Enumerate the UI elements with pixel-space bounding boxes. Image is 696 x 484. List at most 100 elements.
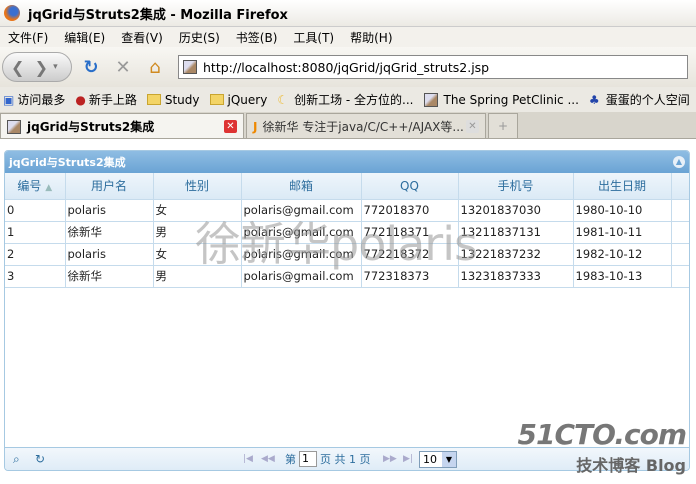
menu-bar: 文件(F) 编辑(E) 查看(V) 历史(S) 书签(B) 工具(T) 帮助(H…: [0, 27, 696, 47]
cell-spacer: [671, 243, 689, 266]
bookmarks-toolbar: ▣ 访问最多 ● 新手上路 Study jQuery ☾ 创新工场 - 全方位的...…: [0, 87, 696, 112]
menu-bookmarks[interactable]: 书签(B): [228, 29, 286, 46]
column-header-gender[interactable]: 性别: [153, 173, 242, 200]
cell-spacer: [671, 265, 689, 288]
cell-spacer: [671, 199, 689, 222]
cell-email: polaris@gmail.com: [241, 243, 362, 266]
site-watermark-sub: 技术博客 Blog: [576, 456, 686, 475]
cell-username: polaris: [65, 243, 154, 266]
menu-view[interactable]: 查看(V): [113, 29, 171, 46]
bookmark-label: 访问最多: [17, 93, 66, 107]
tab-label: 徐新华 专注于java/C/C++/AJAX等...: [262, 119, 464, 134]
menu-file[interactable]: 文件(F): [0, 29, 56, 46]
bookmark-getting-started[interactable]: ● 新手上路: [75, 91, 137, 108]
cell-phone: 13201837030: [458, 199, 574, 222]
menu-edit[interactable]: 编辑(E): [56, 29, 113, 46]
home-icon[interactable]: ⌂: [142, 57, 168, 78]
tab-jqgrid[interactable]: jqGrid与Struts2集成 ✕: [0, 113, 244, 138]
site-icon: [183, 60, 197, 74]
site-icon: ♣: [588, 92, 600, 107]
column-header-birthdate[interactable]: 出生日期: [573, 173, 672, 200]
column-header-email[interactable]: 邮箱: [241, 173, 362, 200]
cell-username: 徐新华: [65, 265, 154, 288]
menu-history[interactable]: 历史(S): [171, 29, 228, 46]
cell-phone: 13231837333: [458, 265, 574, 288]
cell-birthdate: 1982-10-12: [573, 243, 672, 266]
menu-help[interactable]: 帮助(H): [342, 29, 400, 46]
collapse-icon[interactable]: ▲: [673, 156, 685, 168]
tab-label: jqGrid与Struts2集成: [27, 119, 155, 134]
table-row[interactable]: 0 polaris 女 polaris@gmail.com 772018370 13201…: [5, 199, 689, 222]
firefox-logo-icon: [4, 5, 20, 21]
bookmark-label: 新手上路: [88, 93, 137, 107]
sort-icon[interactable]: ▲: [45, 183, 52, 193]
cell-username: polaris: [65, 199, 154, 222]
column-header-username[interactable]: 用户名: [65, 173, 154, 200]
grid-table: 编号 ▲ 用户名 性别 邮箱 QQ 手机号 出生日期 0 polaris 女 pola…: [5, 173, 689, 288]
cell-gender: 女: [153, 199, 242, 222]
bookmark-spring-petclinic[interactable]: The Spring PetClinic ...: [423, 92, 579, 107]
cell-phone: 13221837232: [458, 243, 574, 266]
cell-gender: 女: [153, 243, 242, 266]
last-page-icon[interactable]: ▶|: [403, 454, 413, 464]
table-row[interactable]: 1 徐新华男 polaris@gmail.com 772118371 132118371…: [5, 221, 689, 244]
grid-title: jqGrid与Struts2集成: [9, 156, 126, 169]
refresh-icon[interactable]: ↻: [35, 452, 45, 466]
history-dropdown-icon[interactable]: ▾: [53, 62, 58, 72]
chevron-down-icon: ▼: [442, 451, 456, 467]
close-tab-icon[interactable]: ✕: [466, 119, 479, 133]
rows-per-page-select[interactable]: 10 ▼: [419, 450, 457, 468]
page-prefix: 第: [285, 453, 296, 466]
first-page-icon[interactable]: |◀: [243, 454, 253, 464]
next-page-icon[interactable]: ▶▶: [383, 454, 397, 464]
tab-blog[interactable]: J 徐新华 专注于java/C/C++/AJAX等... ✕: [246, 113, 486, 138]
table-row[interactable]: 2 polaris 女 polaris@gmail.com 772218372 13221…: [5, 243, 689, 266]
column-header-id[interactable]: 编号 ▲: [5, 173, 66, 200]
site-icon: ☾: [277, 92, 289, 107]
cell-birthdate: 1981-10-11: [573, 221, 672, 244]
bookmark-label: jQuery: [227, 92, 268, 107]
search-icon[interactable]: ⌕: [13, 452, 20, 467]
page-total: 页 共 1 页: [320, 453, 371, 466]
bookmark-personal-space[interactable]: ♣ 蛋蛋的个人空间: [589, 91, 690, 108]
column-header-spacer: [671, 173, 689, 200]
cell-id: 2: [5, 243, 66, 266]
site-icon: [7, 120, 21, 134]
stop-icon[interactable]: ✕: [110, 57, 136, 78]
cell-id: 3: [5, 265, 66, 288]
column-header-qq[interactable]: QQ: [361, 173, 459, 200]
cell-qq: 772118371: [361, 221, 459, 244]
header-label: 编号: [17, 179, 42, 194]
cell-phone: 13211837131: [458, 221, 574, 244]
cell-qq: 772218372: [361, 243, 459, 266]
new-tab-button[interactable]: +: [488, 113, 518, 138]
cell-id: 1: [5, 221, 66, 244]
column-header-phone[interactable]: 手机号: [458, 173, 574, 200]
cell-birthdate: 1980-10-10: [573, 199, 672, 222]
window-titlebar: jqGrid与Struts2集成 - Mozilla Firefox: [0, 0, 696, 27]
back-icon[interactable]: ❮: [11, 58, 24, 77]
bookmark-folder-jquery[interactable]: jQuery: [209, 92, 268, 107]
url-bar[interactable]: http://localhost:8080/jqGrid/jqGrid_stru…: [178, 55, 688, 79]
bookmark-innovation-works[interactable]: ☾ 创新工场 - 全方位的...: [277, 91, 413, 108]
rows-per-page-value: 10: [423, 452, 437, 466]
forward-icon[interactable]: ❯: [35, 58, 48, 77]
close-tab-icon[interactable]: ✕: [224, 119, 237, 133]
back-forward-buttons[interactable]: ❮ ❯ ▾: [2, 52, 72, 82]
menu-tools[interactable]: 工具(T): [285, 29, 342, 46]
bookmark-folder-study[interactable]: Study: [146, 93, 200, 107]
site-icon: [423, 92, 438, 107]
cell-birthdate: 1983-10-13: [573, 265, 672, 288]
page-control: 第1页 共 1 页: [285, 451, 371, 467]
cell-gender: 男: [153, 221, 242, 244]
table-row[interactable]: 3 徐新华男 polaris@gmail.com 772318373 132318373…: [5, 265, 689, 288]
header-row: 编号 ▲ 用户名 性别 邮箱 QQ 手机号 出生日期: [5, 173, 689, 200]
prev-page-icon[interactable]: ◀◀: [261, 454, 275, 464]
reload-icon[interactable]: ↻: [78, 57, 104, 78]
cell-id: 0: [5, 199, 66, 222]
page-input[interactable]: 1: [299, 451, 317, 467]
most-visited-icon: ▣: [3, 92, 15, 107]
cell-email: polaris@gmail.com: [241, 221, 362, 244]
bookmark-most-visited[interactable]: ▣ 访问最多: [0, 91, 65, 108]
tab-strip: jqGrid与Struts2集成 ✕ J 徐新华 专注于java/C/C++/AJA…: [0, 112, 696, 139]
